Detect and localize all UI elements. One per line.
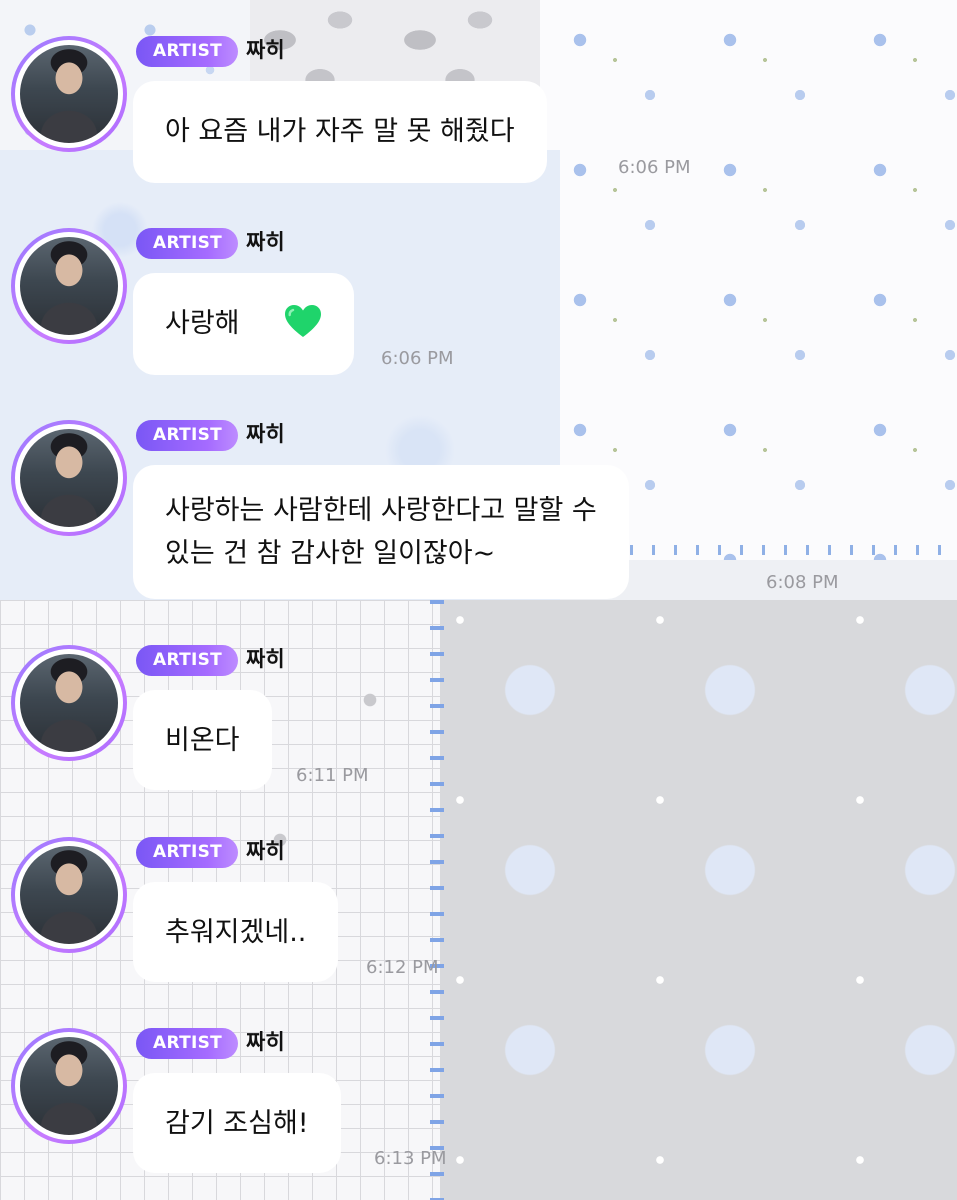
message-text: 아 요즘 내가 자주 말 못 해줬다	[165, 116, 515, 147]
message-text: 사랑해	[165, 308, 240, 339]
profile-photo	[15, 649, 123, 757]
profile-photo	[15, 232, 123, 340]
avatar[interactable]	[11, 645, 127, 761]
artist-badge: ARTIST	[136, 837, 239, 868]
profile-photo	[15, 1032, 123, 1140]
artist-badge: ARTIST	[136, 645, 239, 676]
message-timestamp: 6:06 PM	[618, 157, 691, 178]
message-bubble[interactable]: 추워지겠네..	[133, 882, 339, 982]
artist-badge: ARTIST	[136, 36, 239, 67]
message-text: 있는 건 참 감사한 일이잖아~	[165, 538, 496, 569]
message-text: 감기 조심해!	[165, 1108, 309, 1139]
sender-name: 짜히	[246, 38, 285, 62]
message-text: 추워지겠네..	[165, 917, 307, 948]
green-heart-icon	[284, 304, 322, 338]
avatar[interactable]	[11, 837, 127, 953]
profile-photo	[15, 40, 123, 148]
message-timestamp: 6:06 PM	[381, 348, 454, 369]
avatar[interactable]	[11, 228, 127, 344]
sender-name: 짜히	[246, 1030, 285, 1054]
message-bubble[interactable]: 감기 조심해!	[133, 1073, 341, 1173]
message-bubble[interactable]: 사랑하는 사람한테 사랑한다고 말할 수 있는 건 참 감사한 일이잖아~	[133, 465, 629, 599]
message-text: 사랑하는 사람한테 사랑한다고 말할 수	[165, 495, 597, 526]
profile-photo	[15, 841, 123, 949]
profile-photo	[15, 424, 123, 532]
avatar[interactable]	[11, 420, 127, 536]
artist-badge: ARTIST	[136, 1028, 239, 1059]
message-bubble[interactable]: 아 요즘 내가 자주 말 못 해줬다	[133, 81, 547, 183]
message-text: 비온다	[165, 725, 240, 756]
chat-feed[interactable]: ARTIST 짜히 아 요즘 내가 자주 말 못 해줬다 6:06 PM ART…	[0, 0, 957, 1200]
message-timestamp: 6:12 PM	[366, 957, 439, 978]
message-bubble[interactable]: 비온다	[133, 690, 272, 790]
avatar[interactable]	[11, 1028, 127, 1144]
sender-name: 짜히	[246, 647, 285, 671]
sender-name: 짜히	[246, 422, 285, 446]
sender-name: 짜히	[246, 839, 285, 863]
sender-name: 짜히	[246, 230, 285, 254]
artist-badge: ARTIST	[136, 228, 239, 259]
avatar[interactable]	[11, 36, 127, 152]
message-timestamp: 6:11 PM	[296, 765, 369, 786]
message-timestamp: 6:13 PM	[374, 1148, 447, 1169]
artist-badge: ARTIST	[136, 420, 239, 451]
message-timestamp: 6:08 PM	[766, 572, 839, 593]
message-bubble[interactable]: 사랑해	[133, 273, 355, 375]
